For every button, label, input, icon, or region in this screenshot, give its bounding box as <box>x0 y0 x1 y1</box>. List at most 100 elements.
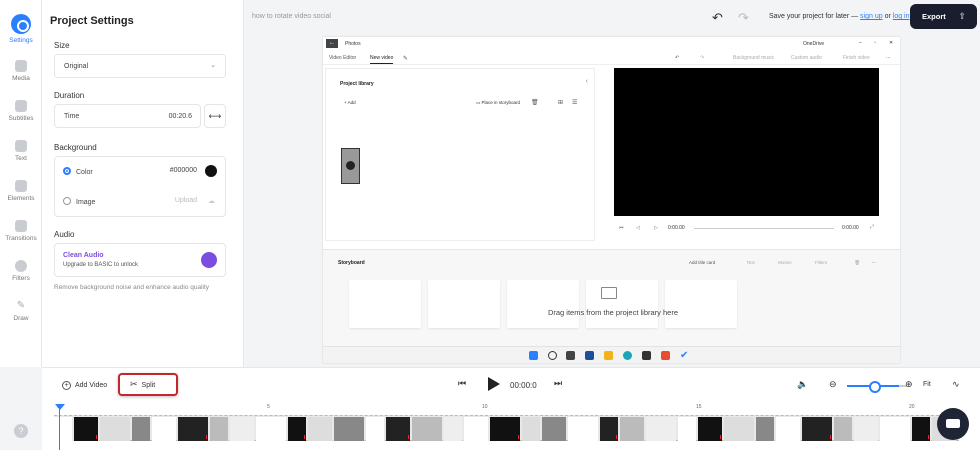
timeline-frame <box>366 417 384 441</box>
add-label: Add <box>347 100 356 105</box>
storyboard-slot <box>665 280 737 328</box>
back-arrow-icon: ← <box>326 39 338 48</box>
skip-forward-icon[interactable]: ⏭ <box>554 378 562 389</box>
split-marker <box>830 435 831 439</box>
video-canvas[interactable]: ← Photos OneDrive – ▫ ✕ Video Editor New… <box>323 37 900 363</box>
rail-item-transitions[interactable]: Transitions <box>0 220 42 242</box>
panel-title: Project Settings <box>50 15 134 27</box>
zoom-out-icon[interactable]: ⊖ <box>829 379 837 390</box>
maximize-icon: ▫ <box>874 40 876 46</box>
rail-label: Transitions <box>5 235 37 242</box>
folder-icon <box>604 351 613 360</box>
play-button[interactable] <box>488 377 500 391</box>
color-radio[interactable] <box>63 167 71 175</box>
subtitles-icon <box>15 100 27 112</box>
video-track[interactable] <box>54 415 959 441</box>
list-icon: ☰ <box>572 100 578 106</box>
redo-icon[interactable]: ↷ <box>738 10 749 26</box>
volume-icon[interactable]: 🔈 <box>797 379 808 390</box>
or-text: or <box>884 13 891 20</box>
zoom-slider[interactable] <box>847 381 899 393</box>
storyboard-slot <box>507 280 579 328</box>
size-value: Original <box>64 63 89 70</box>
upload-label[interactable]: Upload <box>175 197 197 204</box>
search-icon <box>548 351 557 360</box>
window-tabs: Video Editor New video ✎ ↶ ↷ Background … <box>323 50 900 65</box>
chat-button[interactable] <box>937 408 969 440</box>
split-button[interactable]: ✂ Split <box>118 373 178 396</box>
storyboard-drop-hint: Drag items from the project library here <box>547 308 679 317</box>
timeline-frame <box>802 417 832 441</box>
clean-audio-icon <box>201 252 217 268</box>
timeline-ruler: 0 5 10 15 20 <box>42 403 980 413</box>
storyboard-slot <box>428 280 500 328</box>
rail-item-subtitles[interactable]: Subtitles <box>0 100 42 122</box>
timeline-frame <box>230 417 254 441</box>
save-prefix: Save your project for later — <box>769 13 859 20</box>
undo-icon: ↶ <box>675 55 680 61</box>
sign-up-link[interactable]: sign up <box>860 13 883 20</box>
image-option[interactable]: Image Upload ☁ <box>63 197 217 206</box>
timeline-frame <box>152 417 176 441</box>
onedrive-label: OneDrive <box>803 41 825 47</box>
fit-button[interactable]: Fit <box>923 381 931 388</box>
waveform-icon[interactable]: ∿ <box>952 379 960 390</box>
pencil-icon: ✎ <box>16 300 26 311</box>
timeline[interactable]: 0 5 10 15 20 <box>42 403 980 450</box>
rail-label: Draw <box>13 315 29 322</box>
ruler-tick: 20 <box>909 404 915 410</box>
fullscreen-icon: ⤢ <box>870 224 875 230</box>
image-label: Image <box>76 199 96 206</box>
project-settings-panel: Project Settings Size Original ⌄ Duratio… <box>42 0 244 367</box>
duration-field[interactable]: Time 00:20.6 <box>54 104 201 128</box>
split-marker <box>206 435 207 439</box>
grid-icon: ⊞ <box>558 100 564 106</box>
color-picker-icon[interactable] <box>205 165 217 177</box>
timeline-frame <box>178 417 208 441</box>
rewind-icon: ⏮ <box>619 225 624 231</box>
split-marker <box>518 435 519 439</box>
size-label: Size <box>54 41 70 50</box>
zoom-in-icon[interactable]: ⊕ <box>905 379 913 390</box>
app-root: Settings Media Subtitles Text Elements T… <box>0 0 980 450</box>
split-marker <box>408 435 409 439</box>
timeline-frame <box>490 417 520 441</box>
custom-audio-label: Custom audio <box>791 55 822 61</box>
rail-item-elements[interactable]: Elements <box>0 180 42 202</box>
widgets-icon <box>585 351 594 360</box>
place-label: Place in storyboard <box>481 100 521 105</box>
minimize-icon: – <box>859 40 862 46</box>
export-button[interactable]: Export ⇪ <box>910 4 977 29</box>
project-name-input[interactable]: how to rotate video social <box>252 13 331 20</box>
motion-tool: Motion <box>778 260 792 265</box>
plus-square-icon <box>15 60 27 72</box>
help-button[interactable]: ? <box>14 424 28 438</box>
library-place: ▭ Place in storyboard <box>476 100 521 105</box>
plus-circle-icon: + <box>62 381 71 390</box>
rail-item-settings[interactable]: Settings <box>0 14 42 44</box>
rail-item-text[interactable]: Text <box>0 140 42 162</box>
trash-icon: 🗑 <box>531 100 539 106</box>
playhead-handle[interactable] <box>55 404 65 410</box>
storyboard-tools: Add title card Text Motion Filters 🗑 ⋯ <box>689 260 876 266</box>
clean-audio-card[interactable]: Clean Audio Upgrade to BASIC to unlock <box>54 243 226 277</box>
log-in-link[interactable]: log in <box>893 13 910 20</box>
timeline-frame <box>334 417 364 441</box>
timeline-frame <box>54 417 72 441</box>
image-radio[interactable] <box>63 197 71 205</box>
rail-label: Filters <box>12 275 30 282</box>
add-video-button[interactable]: + Add Video <box>62 381 107 390</box>
expand-duration-button[interactable]: ⟷ <box>204 104 226 128</box>
skip-back-icon[interactable]: ⏮ <box>458 378 466 389</box>
color-option[interactable]: Color #000000 <box>63 165 217 177</box>
undo-icon[interactable]: ↶ <box>712 10 723 26</box>
timeline-frame <box>880 417 910 441</box>
storyboard-slot <box>586 280 658 328</box>
timeline-frame <box>776 417 800 441</box>
size-select[interactable]: Original ⌄ <box>54 54 226 78</box>
transitions-icon <box>15 220 27 232</box>
rail-item-media[interactable]: Media <box>0 60 42 82</box>
rail-item-draw[interactable]: ✎ Draw <box>0 300 42 322</box>
rail-label: Media <box>12 75 30 82</box>
rail-item-filters[interactable]: Filters <box>0 260 42 282</box>
